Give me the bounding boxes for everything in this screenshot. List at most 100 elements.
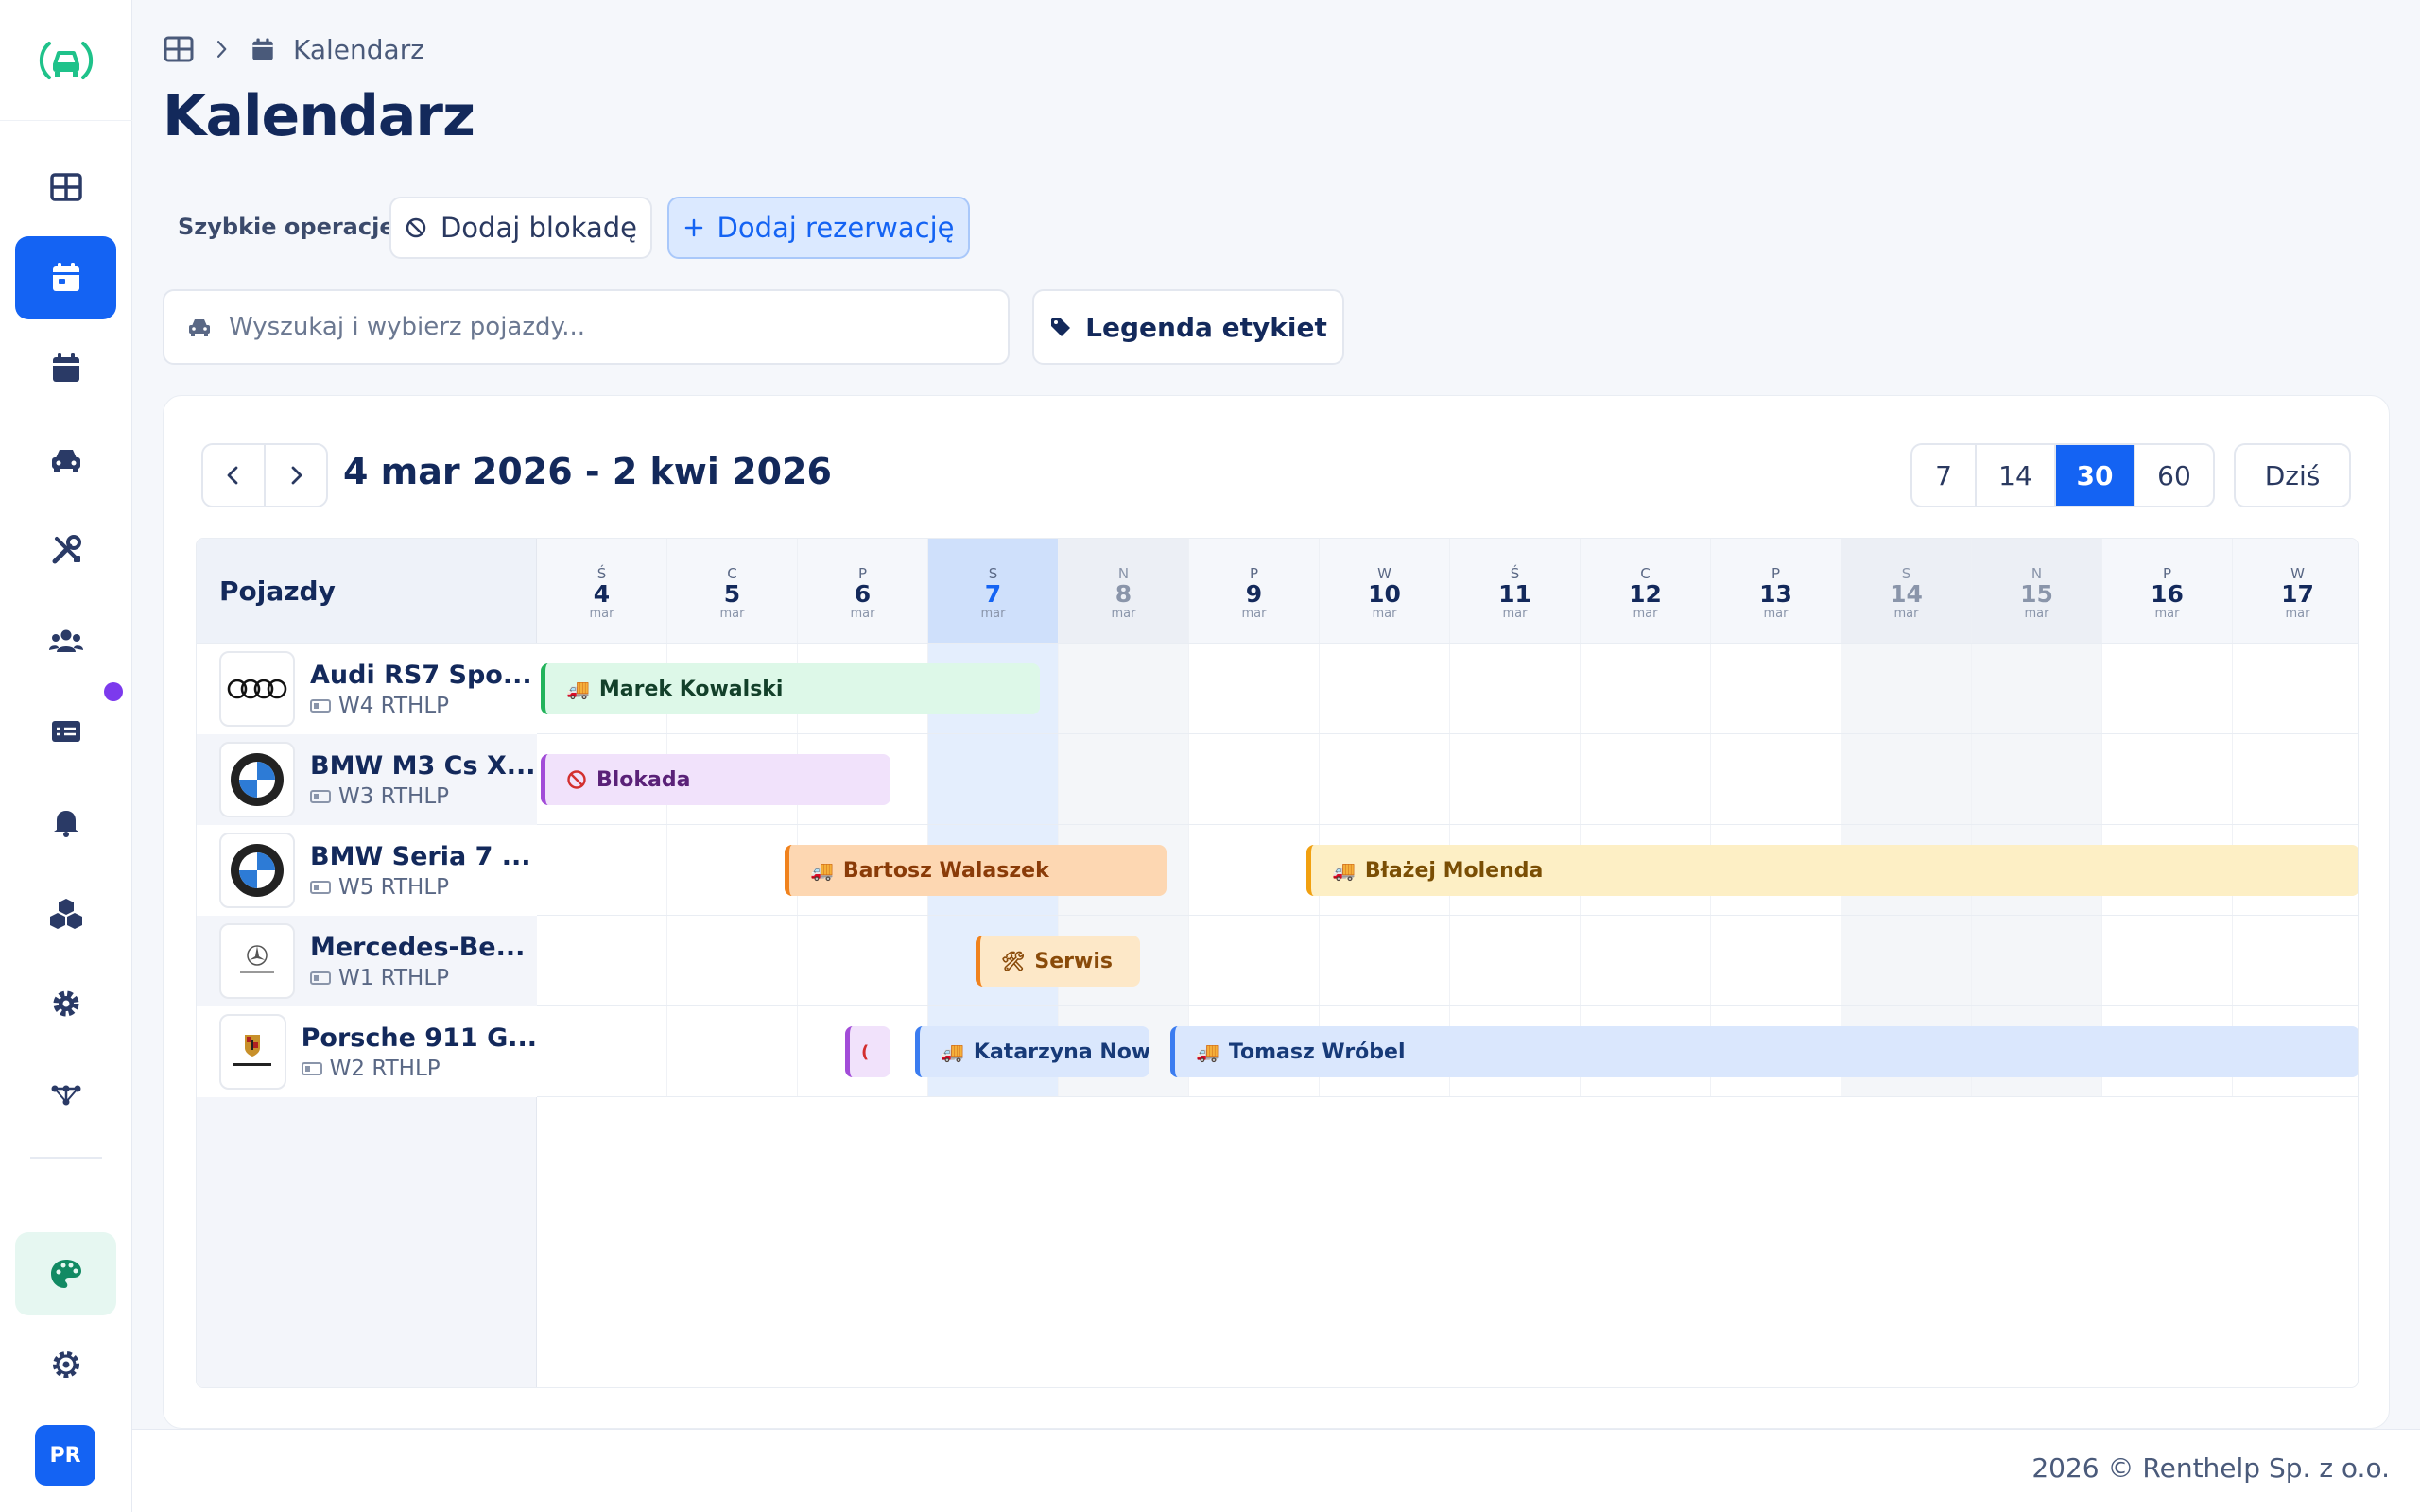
day-header[interactable]: Ś 4 mar	[537, 539, 667, 643]
truck-icon: 🚚	[1332, 859, 1356, 882]
nav-calendar[interactable]	[15, 236, 116, 319]
view-length-selector: 7 14 30 60	[1910, 443, 2215, 507]
view-60-button[interactable]: 60	[2134, 445, 2213, 506]
prev-range-button[interactable]	[203, 445, 264, 506]
nav-service[interactable]	[15, 508, 116, 592]
id-card-icon	[51, 721, 80, 742]
nav-dashboard[interactable]	[15, 146, 116, 229]
nav-admin-settings[interactable]	[15, 1323, 116, 1406]
cog-icon	[52, 1351, 79, 1378]
block-event-small[interactable]: (	[845, 1026, 890, 1077]
day-header[interactable]: W 10 mar	[1320, 539, 1450, 643]
nav-theme[interactable]	[15, 1232, 116, 1315]
bmw-roundel-icon	[231, 844, 284, 897]
add-block-button[interactable]: Dodaj blokadę	[389, 197, 652, 259]
vehicle-name: Mercedes-Be...	[310, 932, 526, 962]
sidebar-divider	[30, 1157, 102, 1159]
vehicle-row-audi[interactable]: Audi RS7 Spo... W4 RTHLP	[197, 644, 537, 734]
day-header[interactable]: C 5 mar	[667, 539, 798, 643]
plate-icon	[310, 971, 331, 985]
network-icon	[51, 1085, 80, 1106]
ban-icon: (	[861, 1041, 870, 1062]
day-header-weekend[interactable]: N 8 mar	[1059, 539, 1189, 643]
nav-reservations[interactable]	[15, 327, 116, 410]
range-navigation	[201, 443, 328, 507]
vehicle-plate: W4 RTHLP	[338, 693, 450, 718]
palette-icon	[50, 1260, 81, 1288]
car-icon	[51, 450, 80, 472]
day-header[interactable]: P 6 mar	[798, 539, 928, 643]
plate-icon	[310, 789, 331, 803]
vehicle-name: BMW M3 Cs X...	[310, 750, 536, 781]
cubes-icon	[49, 899, 82, 929]
breadcrumb: Kalendarz	[163, 30, 424, 68]
vehicle-row-bmw-7[interactable]: BMW Seria 7 ... W5 RTHLP	[197, 825, 537, 916]
page-title: Kalendarz	[163, 83, 475, 149]
app-logo[interactable]	[0, 0, 132, 121]
users-icon	[48, 629, 83, 652]
today-button[interactable]: Dziś	[2234, 443, 2351, 507]
vehicle-search[interactable]	[163, 289, 1010, 365]
quick-ops-label: Szybkie operacje:	[178, 214, 405, 240]
vehicle-row-bmw-m3[interactable]: BMW M3 Cs X... W3 RTHLP	[197, 734, 537, 825]
day-header[interactable]: Ś 11 mar	[1450, 539, 1581, 643]
truck-icon: 🚚	[1196, 1040, 1219, 1063]
nav-integrations[interactable]	[15, 1053, 116, 1136]
breadcrumb-current: Kalendarz	[293, 33, 424, 65]
nav-settings[interactable]	[15, 962, 116, 1045]
next-range-button[interactable]	[264, 445, 326, 506]
reservation-event[interactable]: 🚚 Marek Kowalski	[541, 663, 1040, 714]
porsche-crest-icon	[233, 1035, 272, 1066]
view-7-button[interactable]: 7	[1912, 445, 1975, 506]
day-header-weekend[interactable]: N 15 mar	[1972, 539, 2102, 643]
bmw-roundel-icon	[231, 753, 284, 806]
day-header[interactable]: P 9 mar	[1189, 539, 1320, 643]
plate-icon	[310, 880, 331, 894]
audi-logo	[219, 651, 295, 727]
plate-icon	[301, 1061, 322, 1075]
day-header[interactable]: P 13 mar	[1711, 539, 1841, 643]
sidebar: PR	[0, 0, 132, 1512]
vehicle-plate: W5 RTHLP	[338, 874, 450, 900]
legend-label: Legenda etykiet	[1085, 311, 1327, 343]
chevron-right-icon	[291, 466, 302, 485]
user-avatar[interactable]: PR	[35, 1425, 95, 1486]
reservation-event[interactable]: 🚚 Bartosz Walaszek	[785, 845, 1167, 896]
nav-notifications[interactable]	[15, 781, 116, 864]
vehicle-row-porsche[interactable]: Porsche 911 G... W2 RTHLP	[197, 1006, 537, 1097]
legend-button[interactable]: Legenda etykiet	[1032, 289, 1344, 365]
block-event[interactable]: Blokada	[541, 754, 890, 805]
reservation-event[interactable]: 🚚Katarzyna Now...	[915, 1026, 1150, 1077]
day-header-weekend[interactable]: S 14 mar	[1841, 539, 1972, 643]
nav-modules[interactable]	[15, 871, 116, 954]
service-event[interactable]: 🛠 Serwis	[976, 936, 1140, 987]
car-sync-logo-icon	[39, 41, 94, 79]
view-30-button[interactable]: 30	[2054, 445, 2134, 506]
vehicle-row-mercedes[interactable]: Mercedes-Be... W1 RTHLP	[197, 916, 537, 1006]
vehicle-name: BMW Seria 7 ...	[310, 841, 531, 871]
bell-icon	[53, 811, 78, 837]
day-header[interactable]: C 12 mar	[1581, 539, 1711, 643]
car-icon	[189, 319, 210, 336]
vehicle-name: Audi RS7 Spo...	[310, 660, 532, 690]
reservation-event[interactable]: 🚚 Tomasz Wróbel	[1170, 1026, 2358, 1077]
add-reservation-button[interactable]: Dodaj rezerwację	[667, 197, 970, 259]
audi-rings-icon	[227, 679, 287, 699]
day-header[interactable]: W 17 mar	[2233, 539, 2358, 643]
view-14-button[interactable]: 14	[1975, 445, 2054, 506]
day-header[interactable]: P 16 mar	[2102, 539, 2233, 643]
tools-icon	[52, 535, 81, 564]
dashboard-grid-icon	[49, 173, 82, 201]
day-header-today[interactable]: S 7 mar	[928, 539, 1059, 643]
nav-billing[interactable]	[15, 690, 116, 773]
nav-customers[interactable]	[15, 599, 116, 682]
reservation-event[interactable]: 🚚 Błażej Molenda	[1306, 845, 2358, 896]
bmw-logo	[219, 742, 295, 817]
vehicles-column-header: Pojazdy	[197, 539, 537, 643]
porsche-logo	[219, 1014, 286, 1090]
home-grid-icon[interactable]	[163, 33, 195, 65]
search-input[interactable]	[229, 313, 966, 341]
nav-vehicles[interactable]	[15, 418, 116, 501]
gear-icon	[53, 990, 78, 1017]
tag-icon	[1051, 318, 1071, 336]
